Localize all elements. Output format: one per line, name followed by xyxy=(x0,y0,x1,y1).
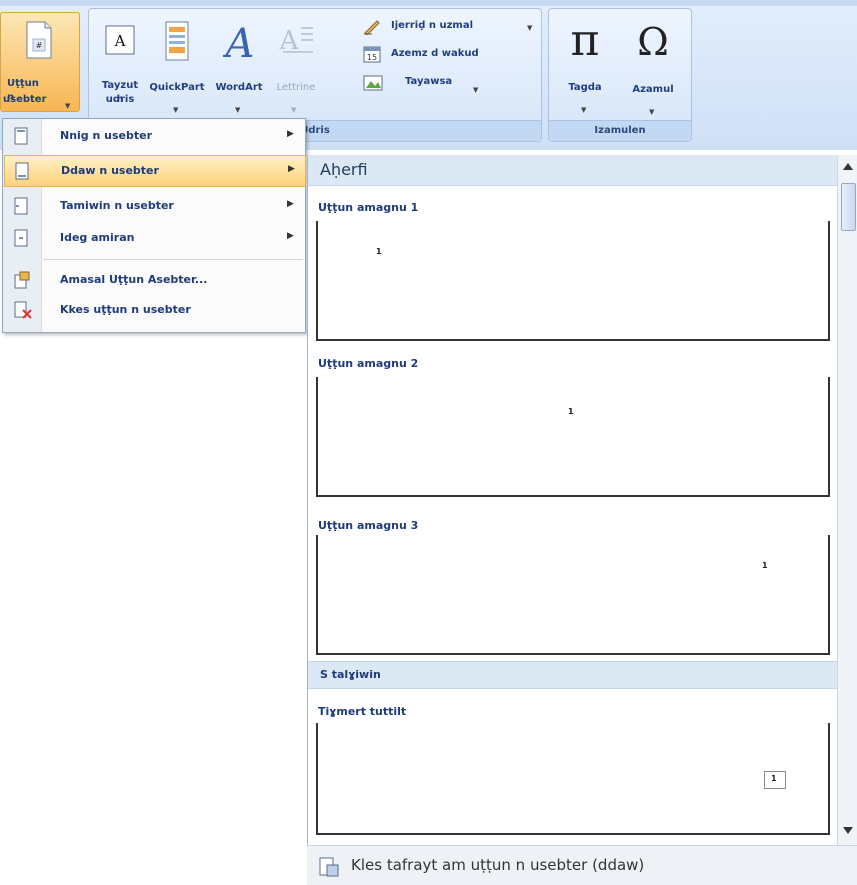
symbol-dropdown-icon: ▼ xyxy=(649,108,655,116)
current-position-icon xyxy=(14,229,28,247)
remove-icon xyxy=(14,301,32,319)
quickpart-label: QuickPart xyxy=(149,82,205,93)
text-box-icon: A xyxy=(105,25,135,55)
object-label: Tayawsa xyxy=(405,76,453,87)
submenu-arrow-icon: ▶ xyxy=(287,199,294,209)
menu-item-page-margins[interactable]: Tamiwin n usebter ▶ xyxy=(4,191,304,221)
menu-item-top-of-page[interactable]: Nnig n usebter ▶ xyxy=(4,121,304,151)
page-number-icon: # xyxy=(25,21,53,59)
page-bottom-icon xyxy=(15,162,29,180)
text-box-button[interactable]: A Tayzut n udris xyxy=(97,17,143,117)
svg-text:#: # xyxy=(36,41,43,50)
save-to-gallery-icon xyxy=(319,857,339,877)
menu-item-remove-page-numbers[interactable]: Kkes uṭṭun n usebter xyxy=(4,295,304,325)
save-selection-to-gallery-button[interactable]: Kles tafrayt am uṭṭun n usebter (ddaw) xyxy=(307,845,857,885)
symbols-group: π Tagda ▼ Ω Azamul ▼ Izamulen xyxy=(548,8,692,142)
equation-label: Tagda xyxy=(568,82,602,93)
submenu-arrow-icon: ▶ xyxy=(287,129,294,139)
svg-text:A: A xyxy=(223,21,254,63)
dropcap-dropdown-icon: ▼ xyxy=(291,106,297,114)
signature-line-button[interactable]: Ijerriḍ n uzmal ▼ xyxy=(361,15,532,39)
gallery-thumbnail-3[interactable]: 1 xyxy=(316,535,830,655)
equation-button[interactable]: π Tagda ▼ xyxy=(555,13,615,117)
scroll-thumb[interactable] xyxy=(841,183,856,231)
wordart-icon: A xyxy=(222,19,257,67)
signature-dropdown-icon: ▼ xyxy=(527,24,533,32)
wordart-button[interactable]: A WordArt ▼ xyxy=(209,17,269,117)
gallery-header: Aḥerfi xyxy=(308,155,838,186)
page-number-dropdown-icon: ▼ xyxy=(65,102,71,110)
symbol-label: Azamul xyxy=(632,84,674,95)
pi-icon: π xyxy=(565,13,605,66)
page-number-menu: Nnig n usebter ▶ Ddaw n usebter ▶ Tamiwi… xyxy=(2,118,306,333)
menu-item-label: Amasal Uṭṭun Asebter... xyxy=(60,273,208,286)
dropcap-label: Lettrine xyxy=(276,82,316,93)
menu-item-label: Ideg amiran xyxy=(60,231,135,244)
thumbnail-label-2: Uṭṭun amagnu 2 xyxy=(318,357,419,370)
page-top-icon xyxy=(14,127,28,145)
signature-line-label: Ijerriḍ n uzmal xyxy=(391,20,473,31)
menu-item-label: Ddaw n usebter xyxy=(61,164,159,177)
page-margins-icon xyxy=(14,197,28,215)
object-button[interactable]: Tayawsa ▼ xyxy=(361,71,521,95)
page-number-label-2: usebter xyxy=(3,94,47,105)
page-number-preview: 1 xyxy=(762,561,768,570)
format-icon xyxy=(14,271,30,289)
text-box-label-2: udris xyxy=(105,94,135,105)
gallery-thumbnail-4[interactable]: 1 xyxy=(316,723,830,835)
svg-text:15: 15 xyxy=(367,53,377,62)
gallery-scrollbar[interactable] xyxy=(837,155,857,845)
dropcap-button[interactable]: A Lettrine ▼ xyxy=(271,17,321,117)
menu-item-label: Tamiwin n usebter xyxy=(60,199,174,212)
footer-label: Kles tafrayt am uṭṭun n usebter (ddaw) xyxy=(351,856,645,874)
menu-item-bottom-of-page[interactable]: Ddaw n usebter ▶ xyxy=(4,155,306,187)
calendar-icon: 15 xyxy=(363,45,381,63)
gallery-thumbnail-1[interactable]: 1 xyxy=(316,221,830,341)
symbols-group-label: Izamulen xyxy=(549,120,691,141)
svg-text:π: π xyxy=(571,15,600,63)
page-number-tag-icon: 1 xyxy=(764,771,786,789)
page-number-preview: 1 xyxy=(568,407,574,416)
page-number-button[interactable]: # Uṭṭun n usebter ▼ xyxy=(0,12,80,112)
signature-pen-icon xyxy=(363,17,381,36)
menu-item-current-position[interactable]: Ideg amiran ▶ xyxy=(4,223,304,253)
object-icon xyxy=(363,73,383,91)
equation-dropdown-icon: ▼ xyxy=(581,106,587,114)
gallery-section-header: S talɣiwin xyxy=(308,661,838,689)
omega-icon: Ω xyxy=(633,13,673,64)
wordart-label: WordArt xyxy=(215,82,263,93)
svg-text:A: A xyxy=(114,32,126,50)
svg-text:Ω: Ω xyxy=(637,20,669,63)
date-time-button[interactable]: 15 Azemz d wakud xyxy=(361,43,521,67)
object-dropdown-icon: ▼ xyxy=(473,86,479,94)
gallery-thumbnail-2[interactable]: 1 xyxy=(316,377,830,497)
quickpart-button[interactable]: QuickPart ▼ xyxy=(147,17,207,117)
menu-separator xyxy=(43,259,303,260)
scroll-down-icon[interactable] xyxy=(843,827,853,834)
dropcap-icon: A xyxy=(279,21,315,57)
page-number-gallery: Aḥerfi Uṭṭun amagnu 1 1 Uṭṭun amagnu 2 1… xyxy=(307,155,857,885)
menu-item-label: Nnig n usebter xyxy=(60,129,153,142)
wordart-dropdown-icon: ▼ xyxy=(235,106,241,114)
date-time-label: Azemz d wakud xyxy=(391,48,479,59)
section-header-label: S talɣiwin xyxy=(320,668,381,681)
symbol-button[interactable]: Ω Azamul ▼ xyxy=(623,13,683,117)
submenu-arrow-icon: ▶ xyxy=(287,231,294,241)
ribbon-top-border xyxy=(0,0,857,6)
gallery-header-label: Aḥerfi xyxy=(320,160,368,179)
menu-item-label: Kkes uṭṭun n usebter xyxy=(60,303,191,316)
quickpart-icon xyxy=(165,21,189,61)
quickpart-dropdown-icon: ▼ xyxy=(173,106,179,114)
thumbnail-label-4: Tiɣmert tuttilt xyxy=(318,705,407,718)
page-number-preview: 1 xyxy=(771,774,777,783)
thumbnail-label-3: Uṭṭun amagnu 3 xyxy=(318,519,419,532)
submenu-arrow-icon: ▶ xyxy=(288,164,295,174)
thumbnail-label-1: Uṭṭun amagnu 1 xyxy=(318,201,419,214)
scroll-up-icon[interactable] xyxy=(843,163,853,170)
page-number-preview: 1 xyxy=(376,247,382,256)
menu-item-format-page-numbers[interactable]: Amasal Uṭṭun Asebter... xyxy=(4,265,304,295)
